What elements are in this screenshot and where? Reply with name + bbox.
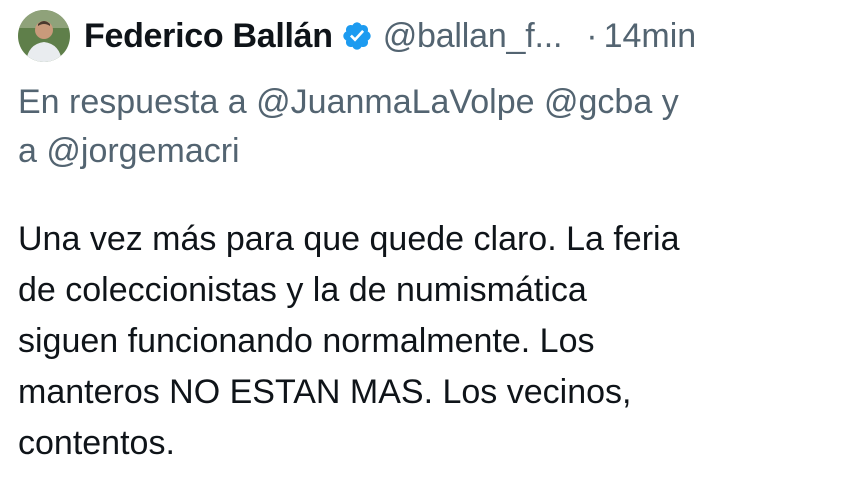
separator-dot: · [586,16,598,55]
verified-badge-icon [341,20,373,52]
tweet-text-line: Una vez más para que quede claro. La fer… [18,220,680,258]
tweet-text-line: manteros NO ESTAN MAS. Los vecinos, [18,373,632,411]
mention-link[interactable]: @jorgemacri [46,132,239,170]
mention-link[interactable]: @gcba [544,83,652,121]
reply-joiner: y [661,83,679,121]
reply-joiner: a [18,132,37,170]
tweet-timestamp[interactable]: 14min [604,17,697,56]
tweet-header: Federico Ballán @ballan_f... · 14min [18,10,696,62]
author-handle[interactable]: @ballan_f... [383,17,563,56]
tweet-text-line: contentos. [18,424,175,462]
tweet: Federico Ballán @ballan_f... · 14min En … [0,0,856,500]
author-display-name[interactable]: Federico Ballán [84,17,333,56]
avatar-photo-icon [18,10,70,62]
mention-link[interactable]: @JuanmaLaVolpe [256,83,534,121]
tweet-text: Una vez más para que quede claro. La fer… [18,214,848,469]
tweet-text-line: de coleccionistas y la de numismática [18,271,587,309]
avatar[interactable] [18,10,70,62]
reply-context: En respuesta a @JuanmaLaVolpe @gcba y a … [18,78,838,176]
tweet-text-line: siguen funcionando normalmente. Los [18,322,595,360]
reply-prefix: En respuesta a [18,83,247,121]
